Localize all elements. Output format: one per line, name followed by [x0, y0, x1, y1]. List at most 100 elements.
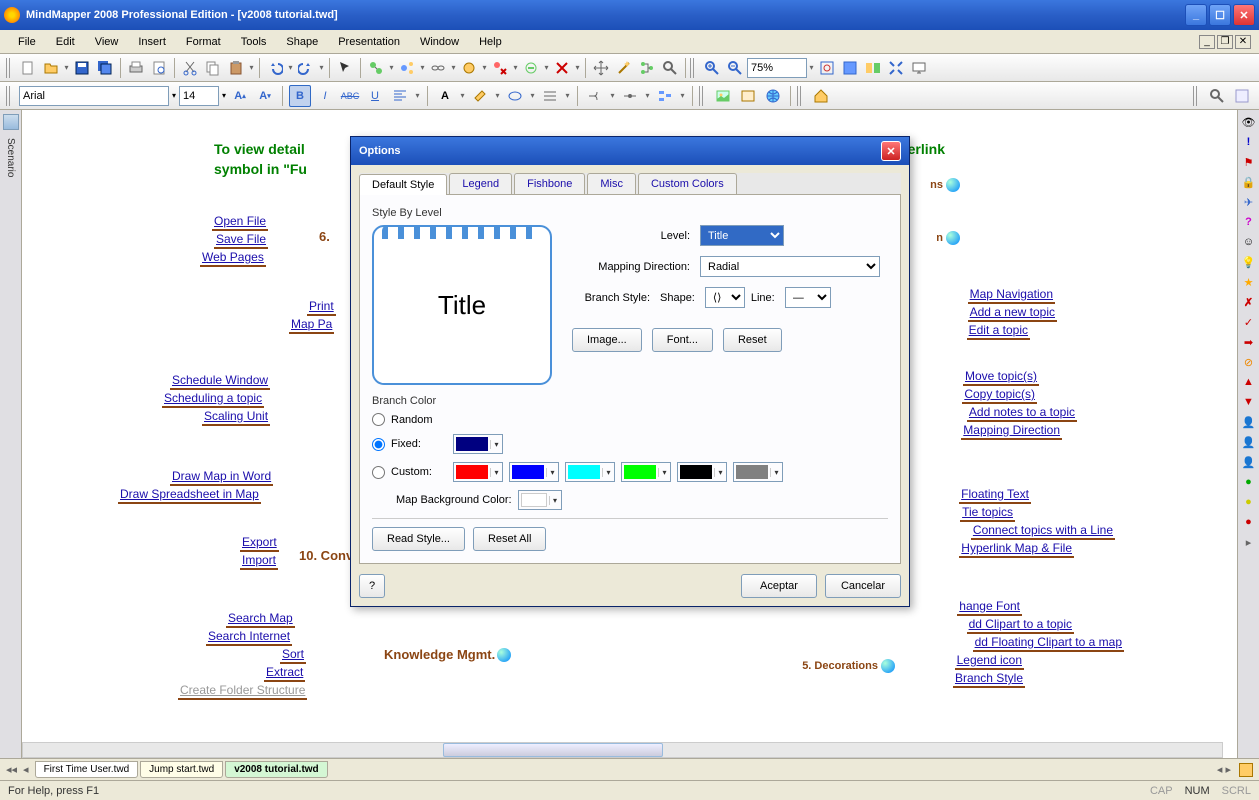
zoom-in-icon[interactable]: [701, 57, 723, 79]
dialog-titlebar[interactable]: Options ✕: [351, 137, 909, 165]
down-arrow-icon[interactable]: ▼: [1241, 394, 1257, 410]
toolbar-grip-3[interactable]: [6, 86, 12, 106]
more-icon[interactable]: ▸: [1241, 534, 1257, 550]
doc-tab-3[interactable]: v2008 tutorial.twd: [225, 761, 327, 778]
topic-node[interactable]: dd Clipart to a topic: [967, 616, 1074, 634]
lock-icon[interactable]: 🔒: [1241, 174, 1257, 190]
home-icon[interactable]: [810, 85, 832, 107]
tab-nav-first[interactable]: ◂◂: [6, 763, 17, 776]
topic-node[interactable]: Move topic(s): [963, 368, 1039, 386]
font-size-combo[interactable]: [179, 86, 219, 106]
topic-node[interactable]: Search Internet: [206, 628, 292, 646]
plane-icon[interactable]: ✈: [1241, 194, 1257, 210]
font-color-icon[interactable]: A: [434, 85, 456, 107]
exclaim-icon[interactable]: !: [1241, 134, 1257, 150]
line-select[interactable]: —: [785, 287, 831, 308]
doc-tab-2[interactable]: Jump start.twd: [140, 761, 223, 778]
increase-font-icon[interactable]: A▴: [229, 85, 251, 107]
minimize-button[interactable]: _: [1185, 4, 1207, 26]
present-icon[interactable]: [908, 57, 930, 79]
topic-node[interactable]: Mapping Direction: [961, 422, 1062, 440]
mdi-restore[interactable]: ❐: [1217, 35, 1233, 49]
print-icon[interactable]: [125, 57, 147, 79]
mapping-direction-select[interactable]: Radial: [700, 256, 880, 277]
topic-node[interactable]: Sort: [280, 646, 306, 664]
wand-icon[interactable]: [613, 57, 635, 79]
toolbar-grip-2[interactable]: [690, 58, 696, 78]
up-arrow-icon[interactable]: ▲: [1241, 374, 1257, 390]
delete-icon[interactable]: [551, 57, 573, 79]
cancel-icon[interactable]: ⊘: [1241, 354, 1257, 370]
topic-node[interactable]: Add a new topic: [968, 304, 1057, 322]
circle-yellow-icon[interactable]: ●: [1241, 494, 1257, 510]
undo-dropdown[interactable]: ▾: [287, 57, 294, 79]
attach-icon[interactable]: [458, 57, 480, 79]
topic-node[interactable]: Branch Style: [953, 670, 1025, 688]
mdi-close[interactable]: ✕: [1235, 35, 1251, 49]
italic-icon[interactable]: I: [314, 85, 336, 107]
topic-node[interactable]: Open File: [212, 213, 268, 231]
question-icon[interactable]: ?: [1241, 214, 1257, 230]
link-icon[interactable]: [427, 57, 449, 79]
check-icon[interactable]: ✓: [1241, 314, 1257, 330]
copy-icon[interactable]: [202, 57, 224, 79]
image-button[interactable]: Image...: [572, 328, 642, 352]
topic-node[interactable]: Print: [307, 298, 336, 316]
tab-extra-icon[interactable]: [1239, 763, 1253, 777]
custom-color-2[interactable]: ▾: [509, 462, 559, 482]
circle-green-icon[interactable]: ●: [1241, 474, 1257, 490]
tab-nav-prev[interactable]: ◂: [23, 763, 29, 776]
menu-help[interactable]: Help: [469, 33, 512, 51]
zoom-out-icon[interactable]: [724, 57, 746, 79]
collapse-icon[interactable]: [520, 57, 542, 79]
menu-insert[interactable]: Insert: [128, 33, 176, 51]
scenario-icon[interactable]: [3, 114, 19, 130]
zoom-combo[interactable]: [747, 58, 807, 78]
menu-shape[interactable]: Shape: [276, 33, 328, 51]
topic-node[interactable]: Search Map: [226, 610, 295, 628]
topic-node[interactable]: Edit a topic: [967, 322, 1030, 340]
save-icon[interactable]: [71, 57, 93, 79]
custom-radio[interactable]: [372, 466, 385, 479]
topic-node[interactable]: Connect topics with a Line: [971, 522, 1115, 540]
font-button[interactable]: Font...: [652, 328, 713, 352]
category-decorations[interactable]: 5. Decorations: [800, 656, 897, 674]
picture-icon[interactable]: [712, 85, 734, 107]
delete-node-icon[interactable]: [489, 57, 511, 79]
tree-icon[interactable]: [636, 57, 658, 79]
undo-icon[interactable]: [264, 57, 286, 79]
save-all-icon[interactable]: [94, 57, 116, 79]
fixed-color-picker[interactable]: ▾: [453, 434, 503, 454]
topic-node[interactable]: Map Navigation: [968, 286, 1055, 304]
custom-color-3[interactable]: ▾: [565, 462, 615, 482]
open-icon[interactable]: [40, 57, 62, 79]
scrollbar-thumb[interactable]: [443, 743, 663, 757]
line-style-icon[interactable]: [539, 85, 561, 107]
topic-node[interactable]: Scheduling a topic: [162, 390, 264, 408]
new-doc-icon[interactable]: [17, 57, 39, 79]
paste-icon[interactable]: [225, 57, 247, 79]
topic-node[interactable]: Tie topics: [960, 504, 1015, 522]
overview-icon[interactable]: [862, 57, 884, 79]
menu-presentation[interactable]: Presentation: [328, 33, 410, 51]
align-icon[interactable]: [389, 85, 411, 107]
paste-dropdown[interactable]: ▾: [248, 57, 255, 79]
cancel-button[interactable]: Cancelar: [825, 574, 901, 598]
print-preview-icon[interactable]: [148, 57, 170, 79]
options-icon[interactable]: [1231, 85, 1253, 107]
reset-button[interactable]: Reset: [723, 328, 782, 352]
eye-icon[interactable]: 👁: [1241, 114, 1257, 130]
open-dropdown[interactable]: ▾: [63, 57, 70, 79]
reset-all-button[interactable]: Reset All: [473, 527, 546, 551]
circle-red-icon[interactable]: ●: [1241, 514, 1257, 530]
node-blue-icon[interactable]: [396, 57, 418, 79]
tab-default-style[interactable]: Default Style: [359, 174, 447, 195]
connector-icon[interactable]: [619, 85, 641, 107]
flag-icon[interactable]: ⚑: [1241, 154, 1257, 170]
tab-custom-colors[interactable]: Custom Colors: [638, 173, 737, 194]
menu-tools[interactable]: Tools: [231, 33, 277, 51]
tab-misc[interactable]: Misc: [587, 173, 636, 194]
font-family-combo[interactable]: [19, 86, 169, 106]
branch-icon[interactable]: [584, 85, 606, 107]
maximize-button[interactable]: ☐: [1209, 4, 1231, 26]
